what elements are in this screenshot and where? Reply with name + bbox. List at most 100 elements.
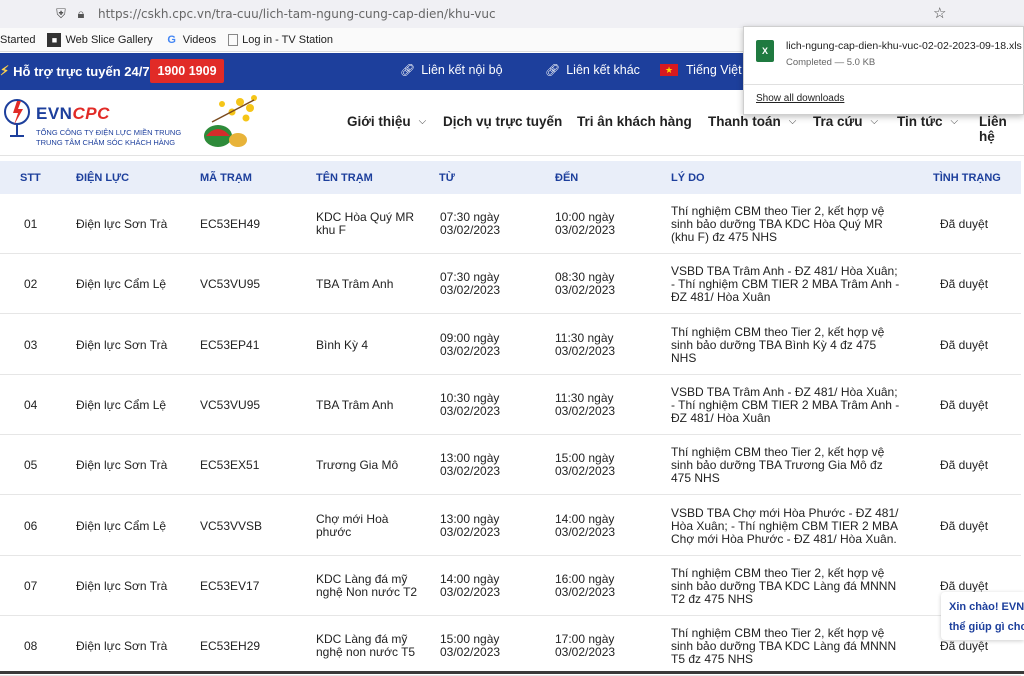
- cell-tinh-trang: Đã duyệt: [940, 639, 989, 654]
- cell-stt: 08: [24, 639, 38, 654]
- other-link-label: Liên kết khác: [566, 63, 640, 77]
- menu-label: Giới thiệu: [347, 114, 411, 129]
- cell-den-line: 11:30 ngày: [555, 390, 614, 405]
- bookmark-label: Web Slice Gallery: [65, 33, 153, 46]
- other-link[interactable]: 🔗︎ Liên kết khác: [545, 63, 640, 77]
- cell-ly-do: VSBD TBA Chợ mới Hòa Phước - ĐZ 481/Hòa …: [671, 506, 899, 546]
- cell-tu-line: 03/02/2023: [440, 403, 501, 418]
- bookmark-started[interactable]: Started: [0, 34, 35, 46]
- lock-icon[interactable]: 🔒︎: [72, 5, 90, 23]
- chevron-down-icon: ⌵: [870, 116, 879, 127]
- cell-dien-luc: Điện lực Sơn Trà: [76, 337, 168, 352]
- bookmark-label: Started: [0, 33, 36, 46]
- bookmark-videos[interactable]: G Videos: [165, 33, 216, 47]
- bookmark-star-icon[interactable]: ☆: [933, 4, 946, 22]
- page-icon: [228, 33, 239, 46]
- menu-gioi-thieu[interactable]: Giới thiệu ⌵: [347, 114, 426, 129]
- cell-den-line: 16:00 ngày: [555, 571, 615, 586]
- menu-tri-an[interactable]: Tri ân khách hàng: [577, 114, 692, 129]
- cell-ten-tram-line: KDC Làng đá mỹ: [316, 571, 408, 586]
- cell-ly-do-line: Thí nghiệm CBM theo Tier 2, kết hợp vệ: [671, 324, 885, 339]
- cell-den-line: 03/02/2023: [555, 645, 616, 660]
- cell-ma-tram: VC53VU95: [200, 277, 261, 292]
- cell-ly-do: Thí nghiệm CBM theo Tier 2, kết hợp vệ si…: [671, 324, 885, 365]
- show-all-downloads-link[interactable]: Show all downloads: [756, 93, 844, 104]
- cell-tu: 13:00 ngày 03/02/2023: [440, 452, 500, 478]
- menu-label: Tra cứu: [813, 114, 863, 129]
- cell-tu-line: 03/02/2023: [440, 645, 501, 660]
- cell-ly-do: Thí nghiệm CBM theo Tier 2, kết hợp vệ si…: [671, 566, 897, 606]
- table-row: 08 Điện lực Sơn Trà EC53EH29 KDC Làng đá mỹ…: [0, 616, 1021, 676]
- cell-den-line: 03/02/2023: [555, 464, 616, 479]
- cell-ly-do-line: - Thí nghiệm CBM TIER 2 MBA Trâm Anh -: [671, 397, 900, 412]
- cell-tinh-trang: Đã duyệt: [940, 458, 989, 473]
- menu-tra-cuu[interactable]: Tra cứu ⌵: [813, 114, 878, 129]
- cell-ly-do-line: sinh bảo dưỡng TBA KDC Làng đá MNNN: [671, 578, 897, 593]
- cell-ly-do: Thí nghiệm CBM theo Tier 2, kết hợp vệ si…: [671, 446, 884, 485]
- table-row: 01 Điện lực Sơn Trà EC53EH49 KDC Hòa Quý MR…: [0, 194, 1021, 254]
- col-ma-tram: MÃ TRẠM: [200, 172, 252, 184]
- support-label: ⚡︎ Hỗ trợ trực tuyến 24/7:: [0, 63, 154, 79]
- cell-tu: 07:30 ngày 03/02/2023: [440, 211, 500, 237]
- cell-ma-tram: EC53EH29: [200, 639, 261, 654]
- cell-ten-tram-line: phước: [316, 524, 352, 539]
- chat-widget[interactable]: Xin chào! EVN thể giúp gì cho: [941, 592, 1024, 640]
- cell-tu: 09:00 ngày 03/02/2023: [440, 330, 501, 358]
- cell-ly-do-line: 475 NHS: [671, 471, 720, 486]
- cell-tu-line: 03/02/2023: [440, 223, 501, 237]
- address-field[interactable]: ⛨ 🔒︎ https://cskh.cpc.vn/tra-cuu/lich-ta…: [44, 2, 954, 26]
- menu-thanh-toan[interactable]: Thanh toán ⌵: [708, 114, 796, 129]
- cell-tu-line: 03/02/2023: [440, 283, 501, 298]
- url-text[interactable]: https://cskh.cpc.vn/tra-cuu/lich-tam-ngu…: [98, 7, 496, 21]
- internal-link[interactable]: 🔗︎ Liên kết nội bộ: [400, 63, 503, 77]
- cell-den-line: 03/02/2023: [555, 403, 616, 418]
- cell-tu-line: 03/02/2023: [440, 343, 501, 358]
- cell-stt: 02: [24, 277, 38, 292]
- download-filename[interactable]: lich-ngung-cap-dien-khu-vuc-02-02-2023-0…: [786, 40, 1022, 52]
- menu-tin-tuc[interactable]: Tin tức ⌵: [897, 114, 958, 129]
- cell-den: 10:00 ngày 03/02/2023: [555, 211, 615, 237]
- col-tinh-trang: TÌNH TRẠNG: [933, 172, 1001, 184]
- cell-dien-luc: Điện lực Sơn Trà: [76, 578, 168, 593]
- cell-dien-luc: Điện lực Sơn Trà: [76, 458, 168, 473]
- cell-den: 16:00 ngày 03/02/2023: [555, 571, 615, 599]
- bookmark-tv-station[interactable]: Log in - TV Station: [228, 33, 333, 46]
- cell-ten-tram: KDC Làng đá mỹ nghệ non nước T5: [316, 633, 415, 659]
- cell-tinh-trang: Đã duyệt: [940, 337, 989, 352]
- cell-stt: 06: [24, 518, 38, 533]
- hotline-button[interactable]: 1900 1909: [150, 59, 224, 83]
- cell-ten-tram-line: Trương Gia Mô: [316, 458, 399, 473]
- menu-dich-vu[interactable]: Dịch vụ trực tuyến: [443, 114, 562, 129]
- cell-tu-line: 09:00 ngày: [440, 330, 500, 345]
- vietnam-flag-icon: ★: [660, 64, 678, 76]
- language-selector[interactable]: ★ Tiếng Việt: [660, 63, 742, 77]
- cell-ly-do-line: sinh bảo dưỡng TBA Bình Kỳ 4 đz 475: [671, 337, 877, 352]
- cell-ly-do: VSBD TBA Trâm Anh - ĐZ 481/ Hòa Xuân; - T…: [671, 265, 899, 304]
- logo-subtitle-line2: TRUNG TÂM CHĂM SÓC KHÁCH HÀNG: [36, 138, 176, 147]
- cell-den: 15:00 ngày 03/02/2023: [555, 452, 615, 478]
- cell-dien-luc: Điện lực Sơn Trà: [76, 217, 168, 231]
- cell-ten-tram: TBA Trâm Anh: [316, 398, 393, 412]
- cell-den-line: 03/02/2023: [555, 283, 616, 298]
- table-row: 04 Điện lực Cẩm Lệ VC53VU95 TBA Trâm Anh 10:…: [0, 374, 1021, 435]
- col-tu: TỪ: [439, 172, 455, 184]
- bookmark-web-slice[interactable]: ■ Web Slice Gallery: [47, 32, 153, 47]
- menu-lien-he[interactable]: Liên hệ: [979, 114, 1024, 144]
- cell-ly-do: Thí nghiệm CBM theo Tier 2, kết hợp vệ si…: [671, 205, 884, 244]
- cell-den: 11:30 ngày 03/02/2023: [555, 330, 615, 358]
- cell-tu-line: 03/02/2023: [440, 524, 501, 539]
- web-slice-icon: ■: [47, 32, 62, 47]
- evncpc-logo[interactable]: EVNCPC TỔNG CÔNG TY ĐIỆN LỰC MIỀN TRUNG …: [0, 94, 195, 150]
- download-status: Completed — 5.0 KB: [786, 57, 876, 68]
- cell-den-line: 03/02/2023: [555, 223, 616, 237]
- col-stt: STT: [20, 172, 41, 184]
- cell-ly-do: VSBD TBA Trâm Anh - ĐZ 481/ Hòa Xuân; - T…: [671, 384, 900, 425]
- chat-greeting-line2: thể giúp gì cho: [949, 621, 1024, 633]
- menu-label: Tri ân khách hàng: [577, 114, 692, 129]
- cell-den-line: 11:30 ngày: [555, 330, 614, 345]
- cell-ly-do-line: ĐZ 481/ Hòa Xuân: [671, 410, 771, 425]
- cell-ly-do-line: (khu F) đz 475 NHS: [671, 230, 778, 244]
- cell-ly-do-line: VSBD TBA Trâm Anh - ĐZ 481/ Hòa Xuân;: [671, 384, 898, 399]
- cell-ma-tram: EC53EP41: [200, 337, 260, 352]
- shield-icon[interactable]: ⛨: [52, 5, 70, 23]
